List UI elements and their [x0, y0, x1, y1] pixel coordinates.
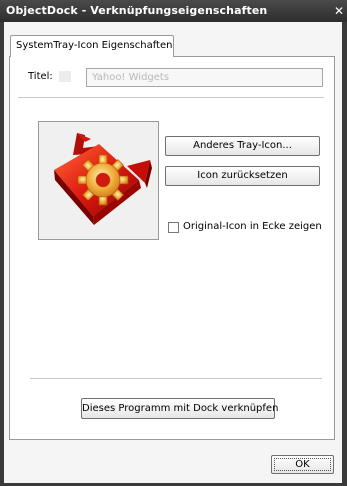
- tab-panel: [9, 56, 335, 440]
- dialog-body: SystemTray-Icon Eigenschaften Titel: Yah…: [4, 22, 342, 483]
- title-label: Titel:: [28, 71, 53, 82]
- show-original-icon-label: Original-Icon in Ecke zeigen: [183, 221, 322, 232]
- title-bar[interactable]: ObjectDock - Verknüpfungseigenschaften ✕: [0, 0, 347, 22]
- separator-bottom: [30, 378, 322, 380]
- dialog-window: ObjectDock - Verknüpfungseigenschaften ✕…: [0, 0, 347, 486]
- ok-button[interactable]: OK: [271, 455, 334, 474]
- icon-preview: [38, 121, 159, 240]
- title-label-swatch: [59, 71, 71, 82]
- red-gear-arrow-icon: [54, 133, 152, 225]
- title-input[interactable]: Yahoo! Widgets: [86, 68, 323, 87]
- window-title: ObjectDock - Verknüpfungseigenschaften: [6, 4, 268, 17]
- change-tray-icon-button[interactable]: Anderes Tray-Icon...: [165, 136, 320, 156]
- close-icon[interactable]: ✕: [332, 3, 346, 19]
- show-original-icon-checkbox[interactable]: [168, 222, 179, 233]
- link-to-dock-button[interactable]: Dieses Programm mit Dock verknüpfen: [81, 398, 278, 419]
- separator-top: [18, 97, 324, 99]
- tab-systemtray-icon[interactable]: SystemTray-Icon Eigenschaften: [10, 35, 174, 57]
- reset-icon-button[interactable]: Icon zurücksetzen: [165, 166, 320, 186]
